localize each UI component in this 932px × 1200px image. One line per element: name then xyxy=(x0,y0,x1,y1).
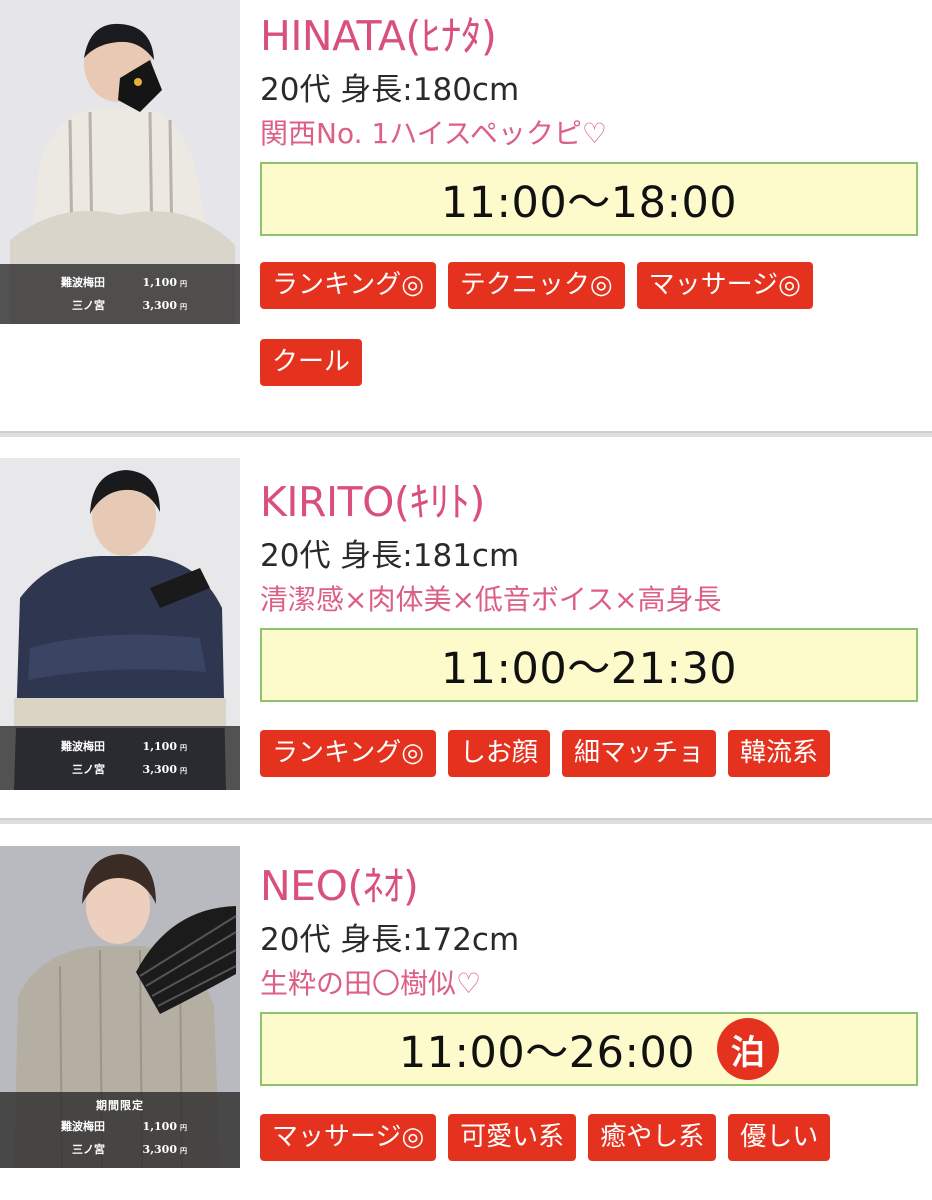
cast-name[interactable]: NEO(ﾈｵ) xyxy=(260,862,920,910)
tag-list: マッサージ◎ 可愛い系 癒やし系 優しい xyxy=(260,1114,920,1161)
cast-card-kirito[interactable]: 難波梅田 1,100 円 三ノ宮 3,300 円 KIRITO(ｷﾘﾄ) 20代 身… xyxy=(0,458,932,818)
price-row: 難波梅田 1,100 円 xyxy=(61,1120,187,1133)
price-row: 三ノ宮 3,300 円 xyxy=(72,299,187,312)
tag[interactable]: マッサージ◎ xyxy=(636,262,813,309)
price-row: 難波梅田 1,100 円 xyxy=(61,276,187,289)
tag[interactable]: マッサージ◎ xyxy=(260,1114,437,1161)
work-hours: 11:00〜26:00 xyxy=(398,1028,696,1078)
tag-list: ランキング◎ しお顔 細マッチョ 韓流系 xyxy=(260,730,920,777)
cast-catchphrase: 生粋の田〇樹似♡ xyxy=(260,967,482,1000)
cast-photo[interactable]: 難波梅田 1,100 円 三ノ宮 3,300 円 xyxy=(0,458,240,790)
cast-card-hinata[interactable]: 難波梅田 1,100 円 三ノ宮 3,300 円 HINATA(ﾋﾅﾀ) 20代 身… xyxy=(0,0,932,432)
promo-label: 期間限定 xyxy=(96,1099,144,1112)
cast-info: NEO(ﾈｵ) 20代 身長:172cm 生粋の田〇樹似♡ 11:00〜26:0… xyxy=(260,862,920,1161)
price-row: 難波梅田 1,100 円 xyxy=(61,740,187,753)
cast-name[interactable]: HINATA(ﾋﾅﾀ) xyxy=(260,12,920,60)
tag[interactable]: 癒やし系 xyxy=(588,1114,717,1161)
tag[interactable]: ランキング◎ xyxy=(260,730,436,777)
cast-catchphrase: 清潔感×肉体美×低音ボイス×高身長 xyxy=(260,583,722,616)
work-hours-box: 11:00〜18:00 xyxy=(260,162,918,236)
work-hours: 11:00〜21:30 xyxy=(440,644,738,694)
tag[interactable]: 優しい xyxy=(728,1114,831,1161)
card-divider xyxy=(0,818,932,824)
cast-catchphrase: 関西No. 1ハイスペックピ♡ xyxy=(260,117,607,150)
cast-photo[interactable]: 期間限定 難波梅田 1,100 円 三ノ宮 3,300 円 xyxy=(0,846,240,1168)
tag[interactable]: テクニック◎ xyxy=(447,262,625,309)
cast-card-neo[interactable]: 期間限定 難波梅田 1,100 円 三ノ宮 3,300 円 NEO(ﾈｵ) 20代 … xyxy=(0,846,932,1200)
tag[interactable]: ランキング◎ xyxy=(260,262,436,309)
price-row: 三ノ宮 3,300 円 xyxy=(72,1143,187,1156)
tag[interactable]: しお顔 xyxy=(447,730,550,777)
cast-profile: 20代 身長:181cm xyxy=(260,538,520,574)
overnight-stay-badge: 泊 xyxy=(717,1018,780,1080)
cast-info: HINATA(ﾋﾅﾀ) 20代 身長:180cm 関西No. 1ハイスペックピ♡… xyxy=(260,12,920,386)
cast-info: KIRITO(ｷﾘﾄ) 20代 身長:181cm 清潔感×肉体美×低音ボイス×高… xyxy=(260,478,920,777)
tag[interactable]: 韓流系 xyxy=(727,730,830,777)
price-row: 三ノ宮 3,300 円 xyxy=(72,763,187,776)
tag-list: ランキング◎ テクニック◎ マッサージ◎ クール xyxy=(260,262,920,386)
price-overlay: 難波梅田 1,100 円 三ノ宮 3,300 円 xyxy=(0,726,240,790)
tag[interactable]: 細マッチョ xyxy=(561,730,716,777)
card-divider xyxy=(0,431,932,437)
cast-photo[interactable]: 難波梅田 1,100 円 三ノ宮 3,300 円 xyxy=(0,0,240,324)
tag[interactable]: クール xyxy=(260,339,363,386)
tag[interactable]: 可愛い系 xyxy=(448,1114,577,1161)
cast-profile: 20代 身長:172cm xyxy=(260,922,520,958)
work-hours: 11:00〜18:00 xyxy=(440,178,738,228)
work-hours-box: 11:00〜26:00 泊 xyxy=(260,1012,918,1086)
price-overlay: 期間限定 難波梅田 1,100 円 三ノ宮 3,300 円 xyxy=(0,1092,240,1168)
price-overlay: 難波梅田 1,100 円 三ノ宮 3,300 円 xyxy=(0,264,240,324)
work-hours-box: 11:00〜21:30 xyxy=(260,628,918,702)
cast-name[interactable]: KIRITO(ｷﾘﾄ) xyxy=(260,478,920,526)
cast-profile: 20代 身長:180cm xyxy=(260,72,520,108)
